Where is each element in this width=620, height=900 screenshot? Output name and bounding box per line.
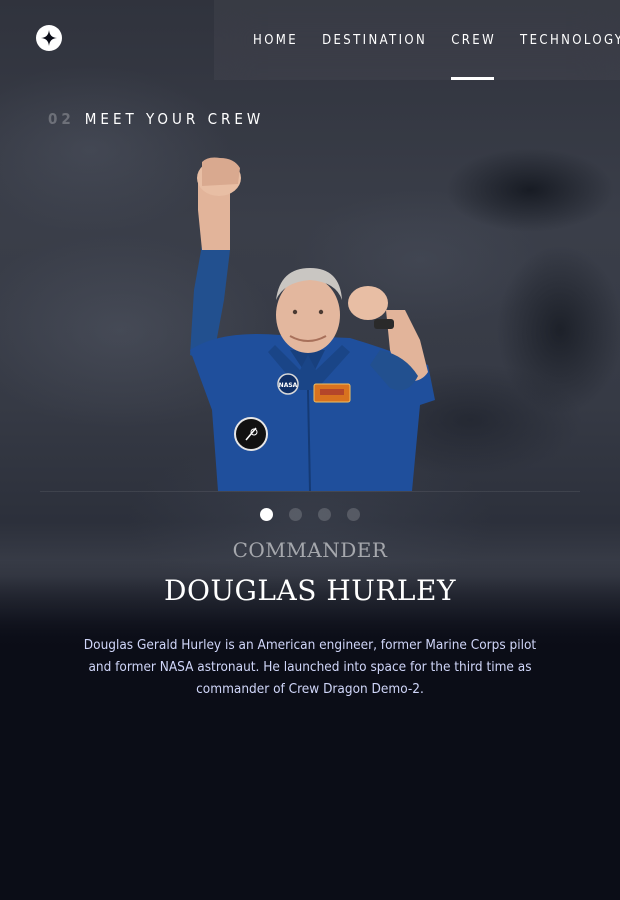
crew-role: COMMANDER bbox=[232, 538, 388, 562]
section-title: MEET YOUR CREW bbox=[84, 110, 265, 128]
nav-item-technology[interactable]: TECHNOLOGY bbox=[520, 0, 620, 80]
section-number: 02 bbox=[48, 110, 75, 128]
section-heading: 02 MEET YOUR CREW bbox=[48, 110, 264, 128]
nav-item-destination[interactable]: DESTINATION bbox=[322, 0, 427, 80]
image-divider bbox=[40, 491, 580, 492]
slider-dot-2[interactable] bbox=[289, 508, 302, 521]
nav-item-crew[interactable]: CREW bbox=[451, 0, 496, 80]
nav-item-label: HOME bbox=[253, 32, 299, 48]
slider-dot-4[interactable] bbox=[347, 508, 360, 521]
crew-portrait: NASA bbox=[190, 157, 435, 491]
main-nav: HOME DESTINATION CREW TECHNOLOGY bbox=[214, 0, 620, 80]
star-logo-icon[interactable] bbox=[36, 25, 62, 51]
nav-item-label: CREW bbox=[451, 32, 497, 48]
nav-item-label: TECHNOLOGY bbox=[520, 32, 620, 48]
crew-name: DOUGLAS HURLEY bbox=[164, 574, 456, 607]
nav-item-label: DESTINATION bbox=[322, 32, 428, 48]
crew-slider-dots bbox=[0, 508, 620, 521]
nasa-patch-text: NASA bbox=[279, 382, 298, 389]
slider-dot-3[interactable] bbox=[318, 508, 331, 521]
slider-dot-1[interactable] bbox=[260, 508, 273, 521]
crew-bio: Douglas Gerald Hurley is an American eng… bbox=[83, 637, 537, 697]
nav-item-home[interactable]: HOME bbox=[253, 0, 298, 80]
